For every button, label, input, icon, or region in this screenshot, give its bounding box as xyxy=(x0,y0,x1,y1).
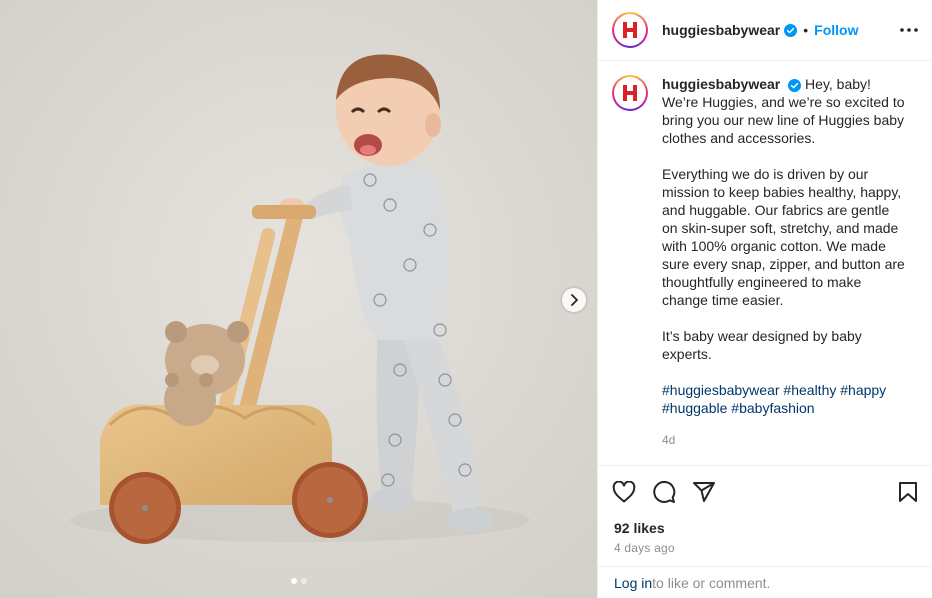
save-button[interactable] xyxy=(898,481,918,503)
comment-button[interactable] xyxy=(652,480,676,504)
huggies-logo-icon xyxy=(617,17,643,43)
carousel-next-button[interactable] xyxy=(562,288,586,312)
caption-paragraph-3: It’s baby wear designed by baby experts. xyxy=(662,328,862,362)
comment-prompt: to like or comment. xyxy=(652,574,771,591)
hashtag-link[interactable]: #huggiesbabywear xyxy=(662,382,780,398)
huggies-logo-icon xyxy=(617,80,643,106)
verified-badge-icon xyxy=(788,78,802,92)
bookmark-icon xyxy=(899,482,917,502)
caption-paragraph-2: Everything we do is driven by our missio… xyxy=(662,166,905,308)
verified-badge-icon xyxy=(784,23,798,37)
hashtag-link[interactable]: #happy xyxy=(840,382,886,398)
post-photo xyxy=(0,0,597,598)
header-separator: • xyxy=(803,22,809,38)
hashtag-link[interactable]: #babyfashion xyxy=(731,400,814,416)
caption-avatar[interactable] xyxy=(612,75,648,111)
comment-login-bar: Log in to like or comment. xyxy=(598,566,932,598)
share-button[interactable] xyxy=(692,481,716,503)
comment-icon xyxy=(653,481,676,503)
caption-text: huggiesbabywear Hey, baby! We’re Huggies… xyxy=(662,75,907,465)
post-side-panel: huggiesbabywear • Follow huggiesbabywear… xyxy=(597,0,932,598)
post-header: huggiesbabywear • Follow xyxy=(598,0,932,61)
header-username[interactable]: huggiesbabywear xyxy=(662,22,780,38)
avatar[interactable] xyxy=(612,12,648,48)
heart-icon xyxy=(612,481,636,503)
hashtag-link[interactable]: #huggable xyxy=(662,400,727,416)
likes-count[interactable]: 92 likes xyxy=(598,518,932,538)
post-timestamp: 4 days ago xyxy=(614,541,675,555)
avatar-frame xyxy=(614,77,646,109)
more-options-icon[interactable] xyxy=(900,28,918,32)
caption-timestamp: 4d xyxy=(662,433,676,447)
post-media[interactable] xyxy=(0,0,597,598)
hashtag-link[interactable]: #healthy xyxy=(783,382,836,398)
instagram-post: huggiesbabywear • Follow huggiesbabywear… xyxy=(0,0,932,598)
action-bar xyxy=(598,465,932,518)
follow-button[interactable]: Follow xyxy=(814,22,858,38)
caption-username[interactable]: huggiesbabywear xyxy=(662,76,780,92)
avatar-frame xyxy=(614,14,646,46)
chevron-right-icon xyxy=(571,294,578,306)
share-icon xyxy=(693,482,715,502)
caption-paragraph-1: huggiesbabywear Hey, baby! We’re Huggies… xyxy=(662,75,907,147)
login-link[interactable]: Log in xyxy=(614,575,652,591)
like-button[interactable] xyxy=(612,481,636,503)
carousel-indicator xyxy=(0,578,597,584)
carousel-dot xyxy=(300,578,307,584)
caption-hashtags: #huggiesbabywear #healthy #happy #huggab… xyxy=(662,381,907,417)
caption-section: huggiesbabywear Hey, baby! We’re Huggies… xyxy=(598,61,932,465)
carousel-dot-active xyxy=(290,578,297,584)
